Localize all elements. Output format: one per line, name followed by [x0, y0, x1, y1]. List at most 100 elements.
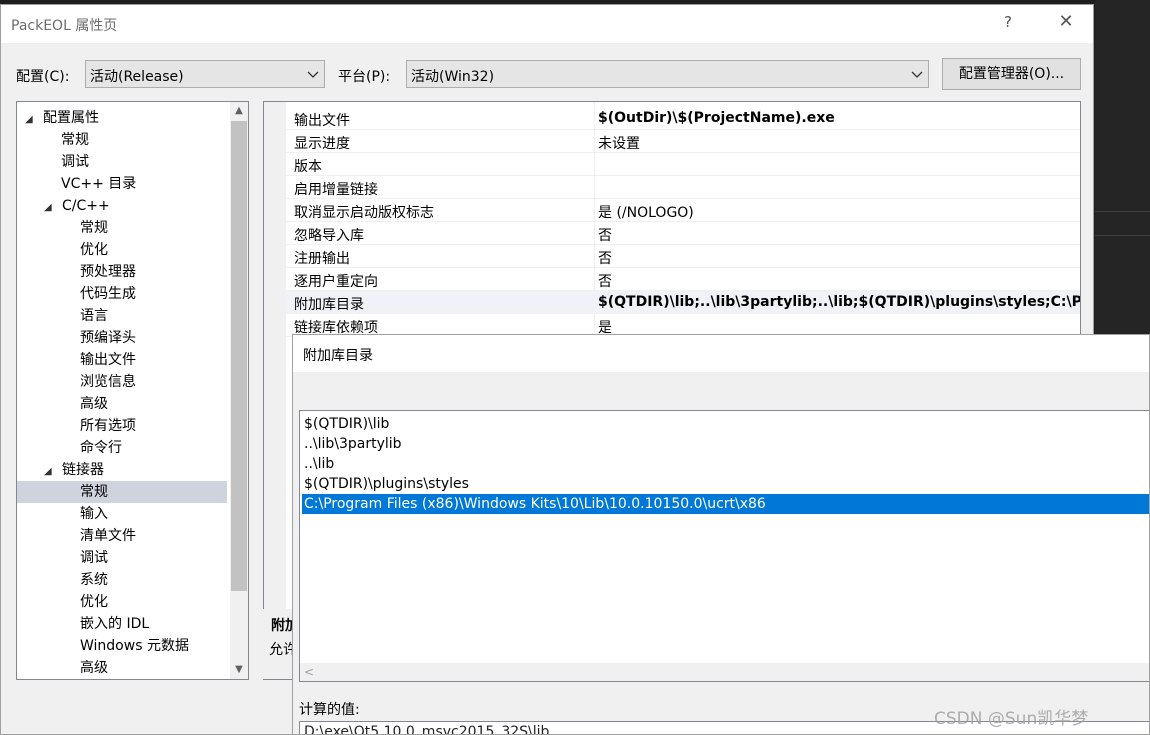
list-horizontal-scrollbar[interactable]: <	[300, 663, 1149, 681]
tree-item-label: 输入	[80, 506, 108, 522]
tree-item-label: VC++ 目录	[61, 176, 137, 192]
tree-item[interactable]: 系统	[17, 569, 227, 591]
tree-item[interactable]: 浏览信息	[17, 371, 227, 393]
directory-entry[interactable]: C:\Program Files (x86)\Windows Kits\10\L…	[302, 494, 1149, 514]
tree-item-label: C/C++	[62, 198, 110, 214]
property-row[interactable]: 逐用户重定向 否	[286, 268, 1080, 291]
property-tree[interactable]: ◢ 配置属性 常规 调试 VC++ 目录 ◢ C/C++ 常规 优化 预处理器 代码生成 语言 预编译头…	[16, 101, 249, 680]
tree-item[interactable]: 输入	[17, 503, 227, 525]
property-name: 附加库目录	[294, 297, 364, 313]
tree-item-label: 输出文件	[80, 352, 136, 368]
directory-entry[interactable]: $(QTDIR)\plugins\styles	[302, 474, 1149, 494]
title-bar: PackEOL 属性页 ? ✕	[1, 5, 1093, 43]
directory-entry[interactable]: ..\lib	[302, 454, 1149, 474]
tree-item-label: 语言	[80, 308, 108, 324]
config-value: 活动(Release)	[90, 69, 184, 85]
platform-value: 活动(Win32)	[411, 69, 495, 85]
close-button[interactable]: ✕	[1051, 11, 1081, 37]
tree-item-label: 嵌入的 IDL	[80, 616, 150, 632]
directory-list[interactable]: $(QTDIR)\lib ..\lib\3partylib ..\lib $(QTDI…	[299, 410, 1149, 682]
tree-item-label: 调试	[80, 550, 108, 566]
property-name: 取消显示启动版权标志	[294, 205, 434, 221]
tree-item-label: 代码生成	[80, 286, 136, 302]
property-value: 未设置	[598, 136, 640, 152]
watermark: CSDN @Sun凯华梦	[934, 709, 1089, 729]
property-name: 启用增量链接	[294, 182, 378, 198]
help-button[interactable]: ?	[993, 13, 1023, 35]
scroll-left-icon[interactable]: <	[304, 663, 314, 681]
tree-item[interactable]: ◢ 配置属性	[17, 107, 227, 129]
tree-item-label: 优化	[80, 594, 108, 610]
property-value: $(OutDir)\$(ProjectName).exe	[598, 110, 835, 126]
tree-item-label: 清单文件	[80, 528, 136, 544]
property-row[interactable]: 注册输出 否	[286, 245, 1080, 268]
tree-item[interactable]: 预编译头	[17, 327, 227, 349]
expander-icon[interactable]: ◢	[25, 109, 37, 131]
tree-item-label: 调试	[61, 154, 89, 170]
tree-item[interactable]: Windows 元数据	[17, 635, 227, 657]
tree-item[interactable]: 高级	[17, 393, 227, 415]
directory-entry[interactable]: $(QTDIR)\lib	[302, 414, 1149, 434]
dialog-title-bar: 附加库目录	[293, 335, 1149, 372]
expander-icon[interactable]: ◢	[44, 461, 56, 483]
tree-item[interactable]: 优化	[17, 239, 227, 261]
platform-label: 平台(P):	[338, 69, 391, 85]
tree-item-label: 常规	[61, 132, 89, 148]
property-row[interactable]: 启用增量链接	[286, 176, 1080, 199]
tree-item-label: Windows 元数据	[80, 638, 189, 654]
tree-item-label: 系统	[80, 572, 108, 588]
tree-item[interactable]: 优化	[17, 591, 227, 613]
property-row[interactable]: 取消显示启动版权标志 是 (/NOLOGO)	[286, 199, 1080, 222]
tree-item[interactable]: 常规	[17, 129, 227, 151]
config-label: 配置(C):	[16, 69, 70, 85]
property-row[interactable]: 显示进度 未设置	[286, 130, 1080, 153]
calculated-value: D:\exe\Qt5.10.0_msvc2015_32S\lib	[304, 724, 550, 735]
tree-item[interactable]: 调试	[17, 547, 227, 569]
tree-item[interactable]: 命令行	[17, 437, 227, 459]
property-name: 输出文件	[294, 113, 350, 129]
config-manager-button[interactable]: 配置管理器(O)...	[942, 58, 1081, 90]
tree-scrollbar[interactable]: ▲ ▼	[230, 102, 248, 679]
tree-item-label: 链接器	[62, 462, 104, 478]
property-row[interactable]: 忽略导入库 否	[286, 222, 1080, 245]
property-name: 显示进度	[294, 136, 350, 152]
property-row[interactable]: 版本	[286, 153, 1080, 176]
scroll-up-icon[interactable]: ▲	[230, 102, 248, 120]
property-row[interactable]: 附加库目录 $(QTDIR)\lib;..\lib\3partylib;..\li…	[286, 291, 1081, 314]
tree-item[interactable]: 所有选项	[17, 415, 227, 437]
tree-item[interactable]: 清单文件	[17, 525, 227, 547]
tree-item[interactable]: 调试	[17, 151, 227, 173]
chevron-down-icon	[911, 71, 923, 78]
scroll-thumb[interactable]	[231, 121, 247, 591]
property-value: $(QTDIR)\lib;..\lib\3partylib;..\lib;$(Q…	[598, 294, 1081, 310]
directory-entry[interactable]: ..\lib\3partylib	[302, 434, 1149, 454]
tree-item[interactable]: ◢ 链接器	[17, 459, 227, 481]
tree-item[interactable]: 代码生成	[17, 283, 227, 305]
tree-item[interactable]: ◢ C/C++	[17, 195, 227, 217]
scroll-down-icon[interactable]: ▼	[230, 661, 248, 679]
property-value: 否	[598, 228, 612, 244]
tree-item[interactable]: VC++ 目录	[17, 173, 227, 195]
tree-item-label: 优化	[80, 242, 108, 258]
tree-item[interactable]: 常规	[17, 217, 227, 239]
tree-item-label: 所有选项	[80, 418, 136, 434]
property-value: 否	[598, 251, 612, 267]
tree-item[interactable]: 高级	[17, 657, 227, 679]
tree-item[interactable]: 预处理器	[17, 261, 227, 283]
library-directories-dialog: 附加库目录 $(QTDIR)\lib ..\lib\3partylib ..\lib…	[292, 334, 1150, 735]
tree-item-label: 高级	[80, 660, 108, 676]
tree-item-label: 浏览信息	[80, 374, 136, 390]
property-value: 是 (/NOLOGO)	[598, 205, 694, 221]
chevron-down-icon	[307, 71, 319, 78]
grid-gutter	[264, 102, 286, 679]
platform-dropdown[interactable]: 活动(Win32)	[406, 60, 929, 88]
property-row[interactable]: 输出文件 $(OutDir)\$(ProjectName).exe	[286, 107, 1080, 130]
config-dropdown[interactable]: 活动(Release)	[85, 60, 325, 88]
tree-item-label: 常规	[80, 220, 108, 236]
tree-item-label: 命令行	[80, 440, 122, 456]
tree-item[interactable]: 常规	[17, 481, 227, 503]
tree-item[interactable]: 嵌入的 IDL	[17, 613, 227, 635]
tree-item[interactable]: 语言	[17, 305, 227, 327]
tree-item[interactable]: 输出文件	[17, 349, 227, 371]
expander-icon[interactable]: ◢	[44, 197, 56, 219]
